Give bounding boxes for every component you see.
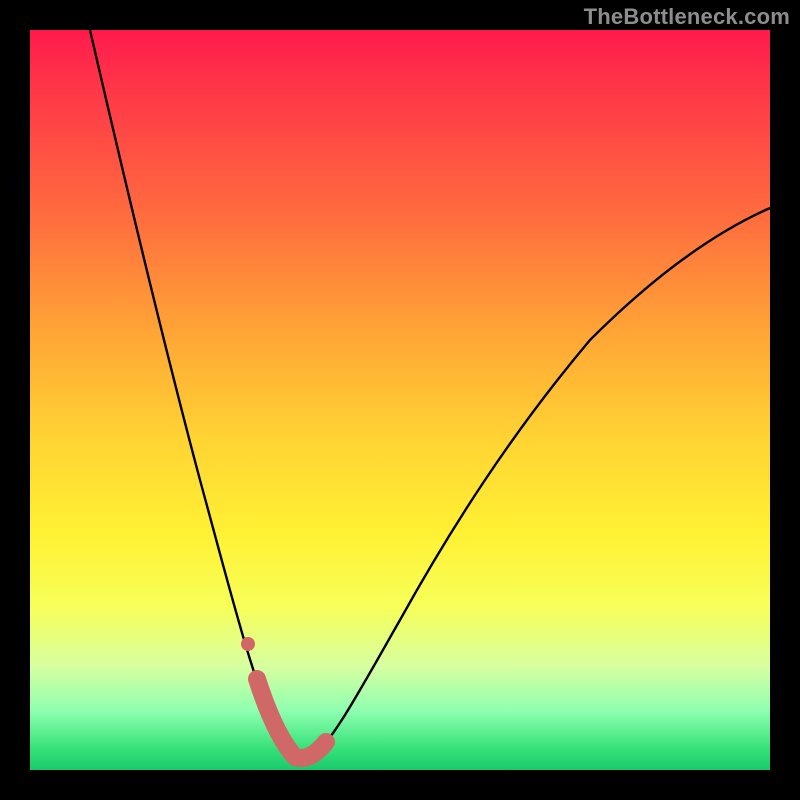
chart-svg (30, 30, 770, 770)
trough-dot-icon (241, 637, 255, 651)
bottleneck-curve (90, 30, 770, 758)
trough-highlight (257, 679, 326, 758)
watermark-label: TheBottleneck.com (584, 4, 790, 30)
chart-frame: TheBottleneck.com (0, 0, 800, 800)
